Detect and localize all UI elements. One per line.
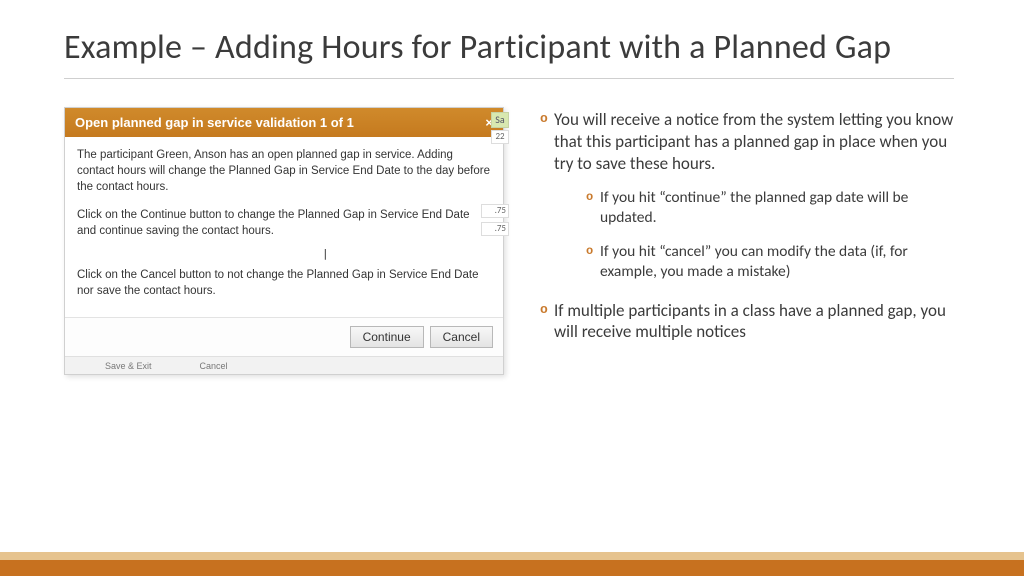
dialog-paragraph-3: Click on the Cancel button to not change… [77,267,491,299]
screenshot-column: Sa 22 .75 .75 Open planned gap in servic… [64,107,504,375]
dialog-screenshot: Sa 22 .75 .75 Open planned gap in servic… [64,107,504,375]
bullet-list: You will receive a notice from the syste… [540,109,960,343]
dialog-title: Open planned gap in service validation 1… [75,115,354,130]
bg-cell-sa: Sa [491,112,509,128]
explanation-column: You will receive a notice from the syste… [540,107,960,375]
bullet-1: You will receive a notice from the syste… [540,109,960,282]
dialog-body: The participant Green, Anson has an open… [65,137,503,317]
title-underline [64,78,954,79]
bullet-1a: If you hit “continue” the planned gap da… [586,188,960,228]
dialog-paragraph-2: Click on the Continue button to change t… [77,207,491,239]
cancel-button[interactable]: Cancel [430,326,493,348]
slide-footer-accent [0,552,1024,576]
dialog-header: Open planned gap in service validation 1… [65,108,503,137]
dialog-footer: Continue Cancel [65,317,503,356]
under-save-label: Save & Exit [105,361,152,371]
bg-cell-22: 22 [491,130,509,144]
bullet-2: If multiple participants in a class have… [540,300,960,344]
bg-cell-75b: .75 [481,222,509,236]
bullet-1b: If you hit “cancel” you can modify the d… [586,242,960,282]
content-row: Sa 22 .75 .75 Open planned gap in servic… [64,107,960,375]
bg-cell-75a: .75 [481,204,509,218]
underlying-toolbar: Save & Exit Cancel [65,356,503,374]
continue-button[interactable]: Continue [350,326,424,348]
under-cancel-label: Cancel [200,361,228,371]
text-caret: | [322,246,491,261]
bullet-1-text: You will receive a notice from the syste… [554,109,953,174]
dialog-paragraph-1: The participant Green, Anson has an open… [77,147,491,195]
slide: Example – Adding Hours for Participant w… [0,0,1024,576]
slide-title: Example – Adding Hours for Participant w… [64,28,960,68]
